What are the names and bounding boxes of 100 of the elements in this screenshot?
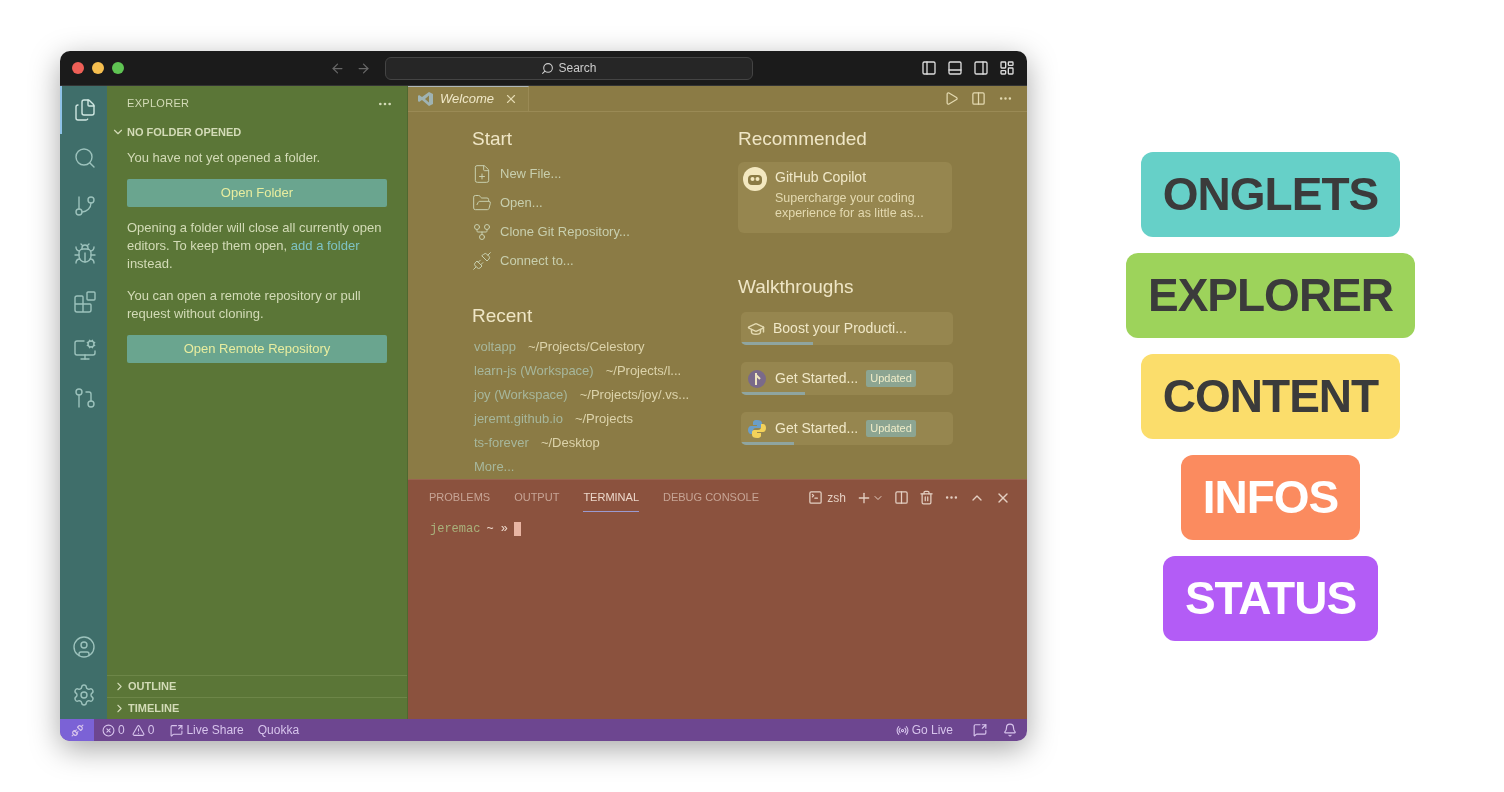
broadcast-icon bbox=[895, 723, 909, 737]
recent-project-path: ~/Projects/joy/.vs... bbox=[579, 386, 690, 405]
link-label: Connect to... bbox=[500, 252, 574, 271]
remote-icon bbox=[70, 723, 84, 737]
extensions-icon bbox=[72, 290, 97, 314]
more-link[interactable]: More... bbox=[472, 455, 738, 479]
section-title: TIMELINE bbox=[128, 701, 180, 717]
toggle-sidebar-icon[interactable] bbox=[921, 60, 937, 76]
terminal-icon bbox=[808, 490, 824, 505]
recent-project-link[interactable]: learn-js (Workspace) bbox=[474, 361, 594, 381]
copilot-icon bbox=[743, 166, 767, 191]
notifications-icon[interactable] bbox=[1003, 723, 1017, 737]
toggle-panel-icon[interactable] bbox=[947, 60, 963, 76]
search-icon bbox=[541, 61, 555, 75]
card-title: GitHub Copilot bbox=[775, 167, 868, 187]
legend-label: STATUS bbox=[1162, 555, 1379, 641]
card-description: Supercharge your coding experience for as little as... bbox=[775, 190, 925, 221]
search-placeholder: Search bbox=[558, 60, 597, 77]
settings-icon bbox=[71, 683, 96, 707]
search-field[interactable]: Search bbox=[385, 56, 753, 80]
walkthrough-title: Get Started... bbox=[775, 419, 859, 438]
close-window-button[interactable] bbox=[72, 62, 84, 74]
recent-heading: Recent bbox=[472, 303, 534, 328]
walkthrough-card[interactable]: Get Started... Updated bbox=[741, 362, 953, 395]
start-heading: Start bbox=[472, 127, 514, 151]
run-icon[interactable] bbox=[944, 91, 959, 106]
recent-project-link[interactable]: joy (Workspace) bbox=[474, 385, 568, 405]
updated-badge: Updated bbox=[866, 420, 916, 437]
legend-label: CONTENT bbox=[1140, 353, 1401, 439]
panel-tab[interactable]: TERMINAL bbox=[583, 482, 639, 513]
feedback-icon[interactable] bbox=[973, 723, 987, 737]
section-header[interactable]: OUTLINE bbox=[107, 675, 407, 697]
recent-project-link[interactable]: voltapp bbox=[474, 337, 516, 357]
link-label: Clone Git Repository... bbox=[500, 223, 630, 242]
editor-tab[interactable]: Welcome bbox=[408, 86, 529, 111]
recent-project-path: ~/Desktop bbox=[540, 434, 600, 453]
start-link[interactable]: Open... bbox=[472, 188, 738, 218]
recommended-heading: Recommended bbox=[738, 127, 868, 151]
panel-tab[interactable]: OUTPUT bbox=[514, 482, 560, 513]
legend-label: INFOS bbox=[1180, 454, 1361, 540]
shell-name[interactable]: zsh bbox=[827, 488, 846, 507]
split-terminal-icon[interactable] bbox=[894, 490, 909, 505]
walkthrough-card[interactable]: Boost your Producti... bbox=[741, 312, 953, 345]
updated-badge: Updated bbox=[866, 370, 916, 387]
walkthrough-title: Boost your Producti... bbox=[773, 319, 907, 338]
minimize-window-button[interactable] bbox=[92, 62, 104, 74]
trash-icon[interactable] bbox=[919, 490, 934, 505]
panel-tab[interactable]: DEBUG CONSOLE bbox=[663, 482, 759, 513]
walkthrough-card[interactable]: Get Started... Updated bbox=[741, 412, 953, 445]
warning-icon bbox=[131, 723, 145, 737]
search-icon bbox=[72, 146, 97, 170]
live-share-button[interactable]: Live Share bbox=[170, 721, 244, 739]
files-icon bbox=[72, 98, 97, 122]
recent-project-path: ~/Projects/Celestory bbox=[527, 338, 645, 357]
bug-icon bbox=[72, 242, 97, 266]
share-icon bbox=[170, 723, 184, 737]
remote-button[interactable] bbox=[60, 719, 94, 741]
toggle-secondary-sidebar-icon[interactable] bbox=[973, 60, 989, 76]
link-label: New File... bbox=[500, 165, 562, 184]
sidebar-title: EXPLORER bbox=[127, 96, 190, 112]
folder-icon bbox=[472, 193, 492, 213]
open-remote-repository-button[interactable]: Open Remote Repository bbox=[127, 335, 387, 363]
panel-tab[interactable]: PROBLEMS bbox=[429, 482, 491, 513]
recent-project-path: ~/Projects/l... bbox=[605, 362, 682, 381]
no-folder-message: You have not yet opened a folder. bbox=[127, 149, 322, 167]
forward-icon[interactable] bbox=[356, 60, 371, 76]
split-editor-icon[interactable] bbox=[971, 91, 986, 106]
section-title: OUTLINE bbox=[128, 679, 177, 695]
branch-icon bbox=[472, 222, 492, 242]
start-link[interactable]: New File... bbox=[472, 159, 738, 189]
layout-icon[interactable] bbox=[999, 60, 1015, 76]
remote-message: You can open a remote repository or pull request without cloning. bbox=[127, 287, 362, 323]
back-icon[interactable] bbox=[330, 60, 345, 76]
problems-button[interactable]: 0 0 bbox=[102, 721, 155, 739]
recent-project-link[interactable]: jeremt.github.io bbox=[474, 409, 563, 429]
legend-label: ONGLETS bbox=[1140, 151, 1401, 237]
maximize-window-button[interactable] bbox=[112, 62, 124, 74]
monitor-icon bbox=[72, 338, 97, 362]
section-title: NO FOLDER OPENED bbox=[127, 124, 242, 140]
start-link[interactable]: Connect to... bbox=[472, 246, 738, 276]
account-icon bbox=[71, 635, 96, 659]
walkthroughs-heading: Walkthroughs bbox=[738, 274, 855, 299]
tab-label: Welcome bbox=[440, 90, 494, 109]
open-folder-button[interactable]: Open Folder bbox=[127, 179, 387, 207]
start-link[interactable]: Clone Git Repository... bbox=[472, 217, 738, 247]
error-icon bbox=[102, 723, 115, 737]
recommendation-card[interactable]: GitHub Copilot Supercharge your coding experience for as little as... bbox=[738, 161, 952, 233]
go-live-button[interactable]: Go Live bbox=[895, 721, 953, 739]
open-folder-note: Opening a folder will close all currently open editors. To keep them open, add a folder instead. bbox=[127, 219, 383, 273]
new-file-icon bbox=[472, 164, 492, 184]
code-logo-icon bbox=[418, 91, 434, 107]
section-header[interactable]: NO FOLDER OPENED bbox=[107, 121, 407, 143]
connect-icon bbox=[472, 251, 492, 271]
legend-label: EXPLORER bbox=[1125, 252, 1415, 338]
add-folder-link[interactable]: add a folder bbox=[290, 238, 360, 253]
recent-project-link[interactable]: ts-forever bbox=[474, 433, 529, 453]
quokka-button[interactable]: Quokka bbox=[257, 721, 300, 739]
terminal-cursor bbox=[514, 522, 522, 536]
prompt-user: jeremac bbox=[430, 521, 481, 538]
branch-icon bbox=[72, 194, 97, 218]
